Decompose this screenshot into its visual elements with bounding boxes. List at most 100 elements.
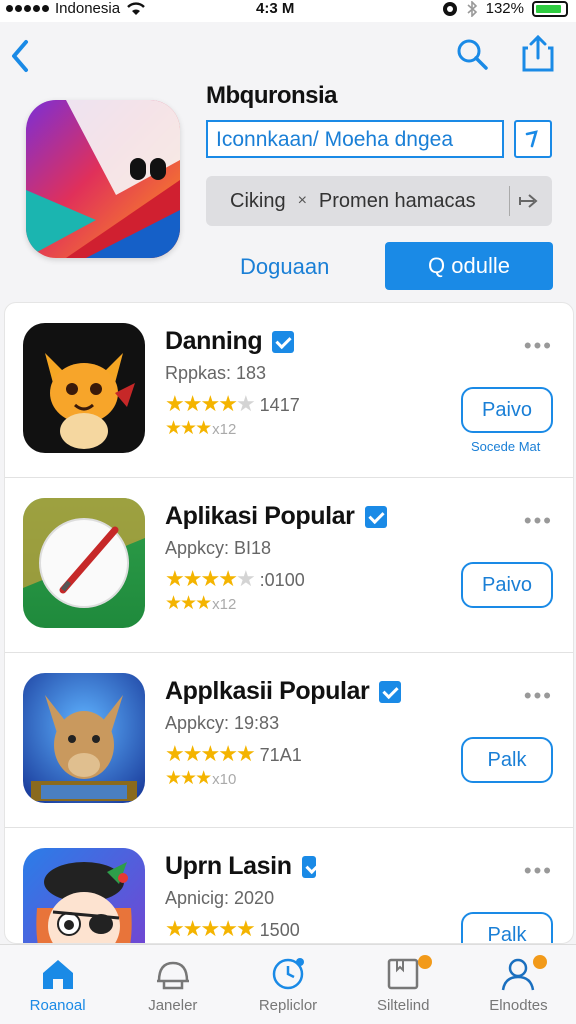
star-filled-icon: ★ — [195, 593, 212, 614]
star-filled-icon: ★ — [182, 391, 203, 416]
verified-badge-icon — [379, 680, 402, 703]
get-button[interactable]: Paivo — [461, 387, 553, 433]
filter-right-label: Promen hamacas — [318, 189, 476, 212]
battery-icon — [532, 0, 568, 17]
dragon-app-icon[interactable] — [23, 323, 145, 453]
star-filled-icon: ★ — [195, 418, 212, 439]
tab-label: Roanoal — [29, 997, 86, 1014]
star-rating: ★★★★★ 1500 — [165, 916, 300, 941]
star-filled-icon: ★ — [180, 418, 197, 439]
list-item[interactable]: Aplikasi Popular Appkcy: BI18 ★★★★★:0100… — [5, 478, 573, 653]
star-filled-icon: ★ — [165, 768, 182, 789]
tab-label: Repliclor — [258, 997, 318, 1014]
clock-icon — [272, 958, 304, 990]
person-icon — [502, 958, 535, 991]
battery-percent: 132% — [485, 0, 524, 17]
helmet-icon — [156, 961, 189, 990]
tab-label: Janeler — [148, 997, 198, 1014]
star-filled-icon: ★ — [235, 741, 256, 766]
secondary-rating: ★★★ x12 — [165, 593, 237, 614]
app-subtitle: Rppkas: 183 — [165, 363, 267, 383]
share-icon[interactable] — [520, 34, 556, 74]
star-empty-icon: ★ — [235, 391, 256, 416]
tab-label: Siltelind — [376, 997, 430, 1014]
llama-app-icon[interactable] — [23, 673, 145, 803]
more-options-icon[interactable]: ••• — [524, 858, 553, 884]
star-filled-icon: ★ — [180, 768, 197, 789]
star-filled-icon: ★ — [182, 916, 203, 941]
get-button[interactable]: Paivo — [461, 562, 553, 608]
notification-badge — [532, 955, 547, 969]
app-subtitle: Appkcy: BI18 — [165, 538, 272, 558]
category-field[interactable]: Iconnkaan/ Moeha dngea — [206, 120, 504, 158]
app-list: Danning Rppkas: 183 ★★★★★ 1417 ★★★ x12 •••… — [4, 302, 574, 944]
pirate-girl-app-icon[interactable] — [23, 848, 145, 943]
tab-library[interactable]: Siltelind — [346, 945, 461, 1024]
back-chevron-icon[interactable] — [6, 36, 36, 76]
tab-explore[interactable]: Janeler — [115, 945, 230, 1024]
star-filled-icon: ★ — [218, 391, 238, 416]
list-item[interactable]: Uprn Lasin Apnicig: 2020 ★★★★★1500 ★★★ •… — [5, 828, 573, 943]
star-filled-icon: ★ — [200, 916, 220, 941]
search-icon[interactable] — [454, 36, 490, 72]
star-filled-icon: ★ — [218, 566, 238, 591]
app-title[interactable]: Uprn Lasin — [165, 852, 316, 881]
star-filled-icon: ★ — [200, 741, 220, 766]
star-filled-icon: ★ — [180, 593, 197, 614]
more-options-icon[interactable]: ••• — [524, 333, 553, 359]
star-filled-icon: ★ — [195, 768, 212, 789]
filter-left-label: Ciking — [230, 189, 286, 212]
star-filled-icon: ★ — [218, 741, 238, 766]
star-rating: ★★★★★:0100 — [165, 566, 305, 591]
tab-label: Elnodtes — [489, 997, 548, 1014]
star-filled-icon: ★ — [165, 916, 185, 941]
app-name: Mbquronsia — [206, 82, 338, 109]
verified-badge-icon — [364, 505, 387, 528]
get-button[interactable]: Palk — [461, 737, 553, 783]
star-filled-icon: ★ — [182, 741, 203, 766]
edit-button[interactable] — [514, 120, 552, 158]
forward-arrow-icon[interactable] — [516, 188, 542, 214]
get-button[interactable]: Palk — [461, 912, 553, 943]
verified-badge-icon — [301, 855, 316, 878]
secondary-rating: ★★★ x12 — [165, 418, 237, 439]
star-rating: ★★★★★ 1417 — [165, 391, 300, 416]
bluetooth-icon — [467, 0, 477, 17]
star-filled-icon: ★ — [165, 741, 185, 766]
tab-profile[interactable]: Elnodtes — [461, 945, 576, 1024]
star-rating: ★★★★★ 71A1 — [165, 741, 302, 766]
notification-badge — [417, 955, 432, 969]
app-subtitle: Appkcy: 19:83 — [165, 713, 280, 733]
more-options-icon[interactable]: ••• — [524, 683, 553, 709]
filter-bar[interactable]: Ciking × Promen hamacas — [206, 176, 552, 226]
app-header: Mbquronsia Iconnkaan/ Moeha dngea Ciking… — [0, 22, 576, 294]
verified-badge-icon — [272, 330, 295, 353]
tab-home[interactable]: Roanoal — [0, 945, 115, 1024]
tablet-icon — [387, 958, 419, 990]
app-title[interactable]: Danning — [165, 327, 295, 356]
star-filled-icon: ★ — [200, 391, 220, 416]
secondary-rating: ★★★ x10 — [165, 768, 237, 789]
app-title[interactable]: Aplikasi Popular — [165, 502, 387, 531]
signal-icon — [6, 5, 49, 12]
alarm-icon — [442, 1, 457, 16]
star-filled-icon: ★ — [165, 566, 185, 591]
carrier-label: Indonesia — [55, 0, 121, 17]
tab-bar: Roanoal Janeler Repliclor Siltelind Elno… — [0, 944, 576, 1024]
more-options-icon[interactable]: ••• — [524, 508, 553, 534]
star-filled-icon: ★ — [200, 566, 220, 591]
get-button-note: Socede Mat — [471, 439, 541, 454]
star-filled-icon: ★ — [182, 566, 203, 591]
primary-action-button[interactable]: Q odulle — [385, 242, 553, 290]
filter-clear-icon[interactable]: × — [298, 192, 307, 210]
tab-updates[interactable]: Repliclor — [230, 945, 345, 1024]
list-item[interactable]: Danning Rppkas: 183 ★★★★★ 1417 ★★★ x12 •••… — [5, 303, 573, 478]
secondary-link-button[interactable]: Doguaan — [240, 254, 329, 280]
list-item[interactable]: Applkasii Popular Appkcy: 19:83 ★★★★★ 71A… — [5, 653, 573, 828]
app-title[interactable]: Applkasii Popular — [165, 677, 402, 706]
pen-app-icon[interactable] — [23, 498, 145, 628]
edit-icon — [525, 130, 538, 148]
featured-app-icon[interactable] — [26, 100, 180, 258]
clock-label: 4:3 M — [256, 0, 295, 17]
star-empty-icon: ★ — [235, 566, 256, 591]
